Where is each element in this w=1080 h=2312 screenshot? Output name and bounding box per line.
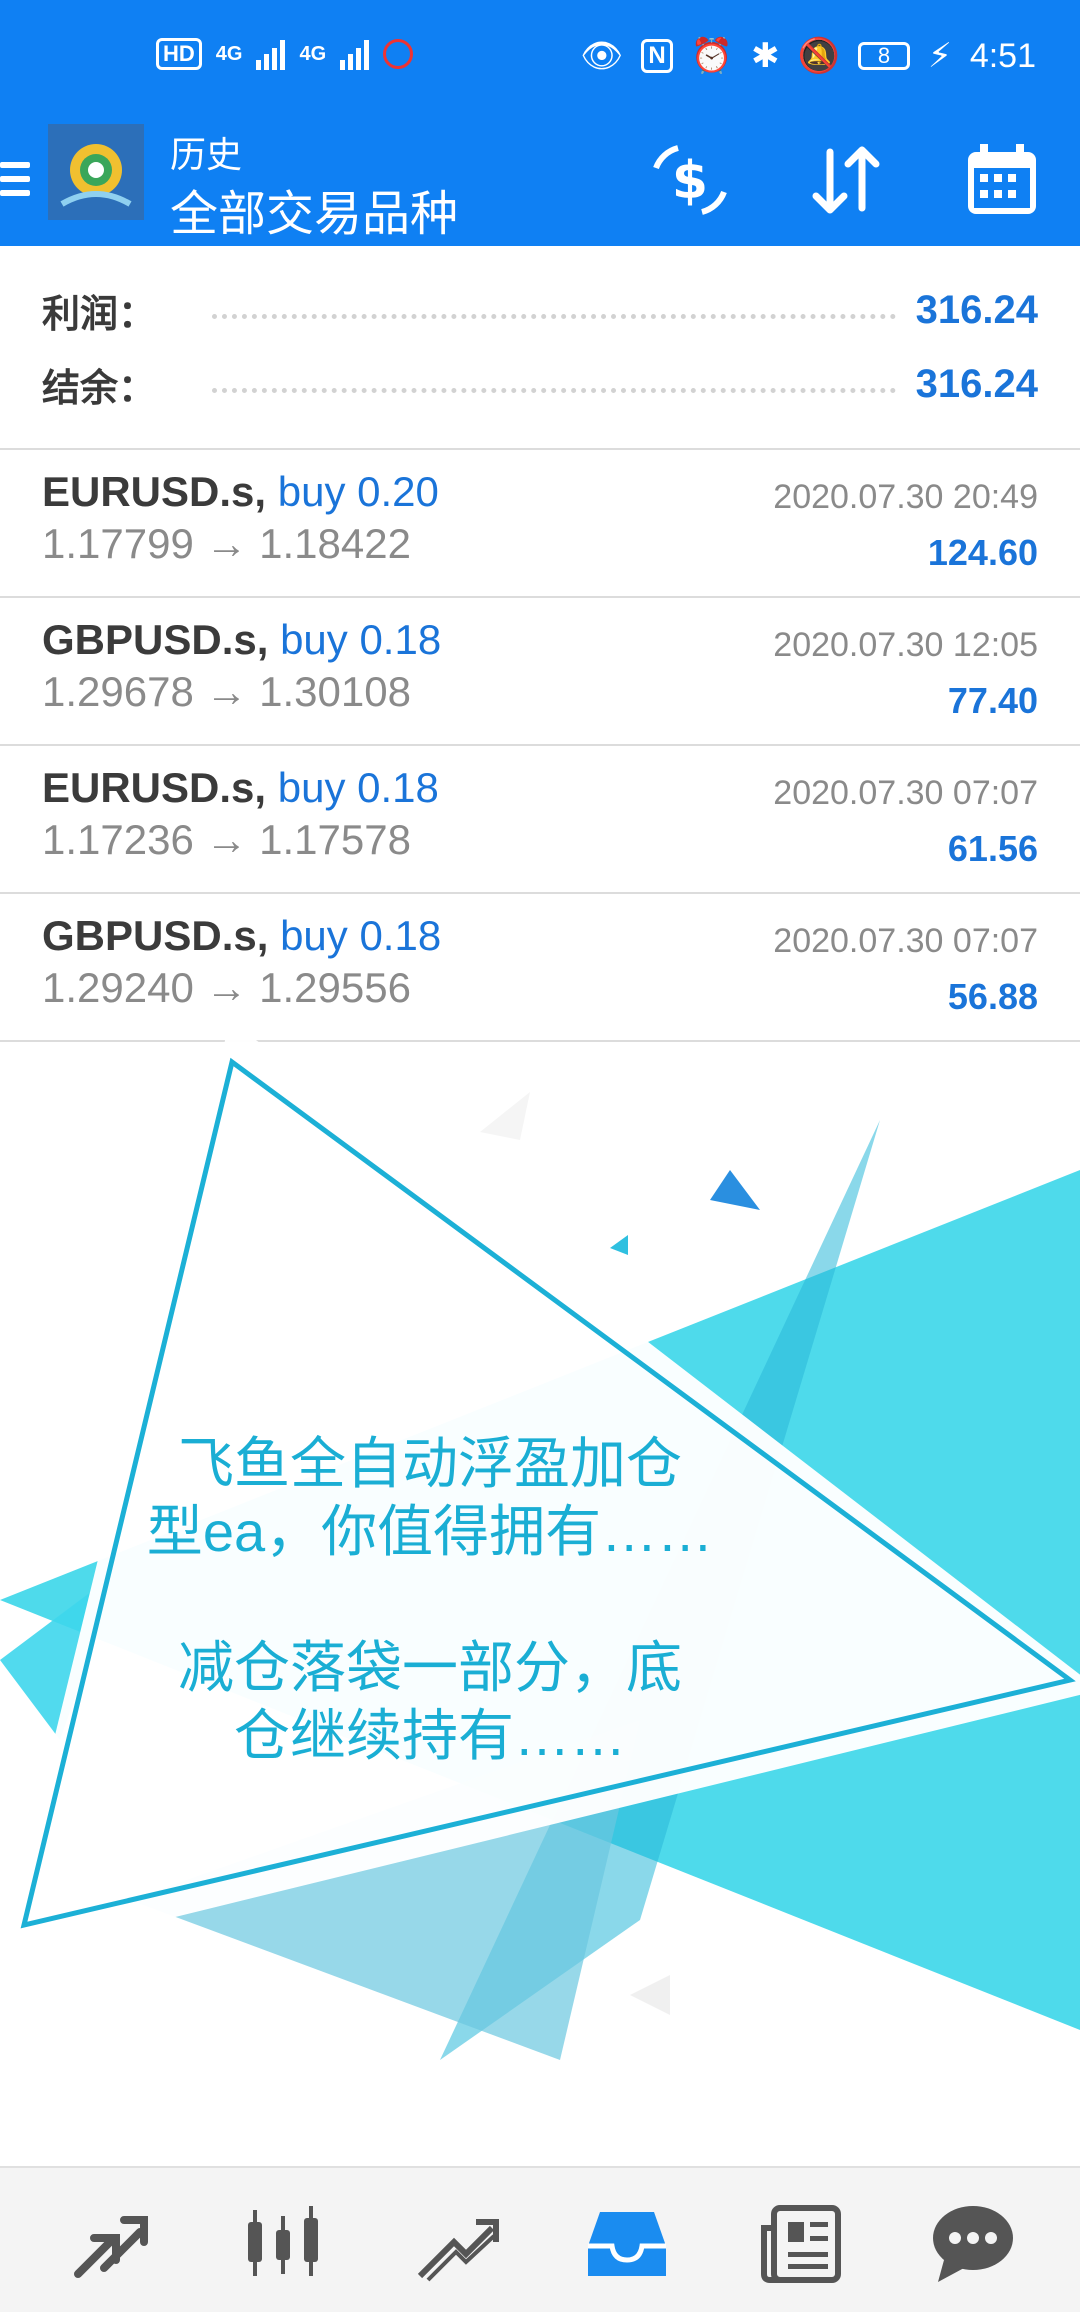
trade-row[interactable]: EURUSD.s, buy 0.20 1.17799 → 1.18422 202… (0, 450, 1080, 598)
trade-time: 2020.07.30 12:05 (773, 626, 1038, 664)
bluetooth-icon: ✱ (751, 37, 780, 75)
trade-prices: 1.29240 → 1.29556 (42, 964, 411, 1011)
trade-row[interactable]: EURUSD.s, buy 0.18 1.17236 → 1.17578 202… (0, 746, 1080, 894)
promo-shapes (0, 1040, 1080, 2060)
app-bar: 历史 全部交易品种 $ (0, 124, 1080, 246)
trade-profit: 77.40 (947, 680, 1038, 721)
signal-icon (256, 38, 286, 70)
trade-symbol: GBPUSD.s, (42, 616, 269, 663)
trade-side: buy 0.18 (277, 764, 439, 811)
chat-icon[interactable] (928, 2198, 1018, 2288)
trade-symbol: GBPUSD.s, (42, 912, 269, 959)
trade-side: buy 0.20 (277, 468, 439, 515)
nfc-icon: N (641, 39, 673, 73)
profit-value: 316.24 (915, 287, 1038, 332)
hd-badge: HD (156, 38, 202, 70)
clock: 4:51 (969, 36, 1036, 75)
app-logo (48, 124, 144, 220)
currency-exchange-icon[interactable]: $ (648, 138, 732, 222)
trade-side: buy 0.18 (280, 616, 442, 663)
battery-icon: 8 (857, 42, 910, 70)
carrier-icon (383, 39, 414, 69)
balance-row: 结余： 316.24 (42, 354, 1038, 414)
chart-icon[interactable] (238, 2198, 328, 2288)
summary-panel: 利润： 316.24 结余： 316.24 (0, 246, 1080, 450)
balance-value: 316.24 (915, 361, 1038, 406)
profit-row: 利润： 316.24 (42, 280, 1038, 340)
trade-prices: 1.17236 → 1.17578 (42, 816, 411, 863)
menu-icon[interactable] (0, 154, 30, 204)
trade-prices: 1.29678 → 1.30108 (42, 668, 411, 715)
dotted-leader (212, 313, 896, 319)
mute-icon: 🔕 (797, 37, 840, 75)
profit-label: 利润： (42, 293, 157, 336)
trade-symbol: EURUSD.s, (42, 468, 267, 515)
alarm-icon: ⏰ (690, 37, 734, 75)
promo-line-1: 飞鱼全自动浮盈加仓 (178, 1432, 682, 1495)
network-label-1: 4G (215, 42, 243, 65)
promo-line-3: 减仓落袋一部分，底 (178, 1636, 682, 1699)
bottom-nav (0, 2166, 1080, 2312)
calendar-icon[interactable] (960, 138, 1044, 222)
promo-graphic: 飞鱼全自动浮盈加仓 型ea，你值得拥有…… 减仓落袋一部分，底 仓继续持有…… (0, 1040, 1080, 2166)
signal-icon-2 (340, 38, 370, 70)
svg-text:$: $ (672, 151, 708, 211)
history-icon[interactable] (582, 2198, 672, 2288)
status-left: HD 4G 4G (156, 38, 414, 70)
trade-time: 2020.07.30 20:49 (773, 478, 1038, 516)
page-title[interactable]: 全部交易品种 (170, 174, 458, 244)
trade-row[interactable]: GBPUSD.s, buy 0.18 1.29240 → 1.29556 202… (0, 894, 1080, 1042)
trade-icon[interactable] (410, 2198, 500, 2288)
dotted-leader (212, 387, 896, 393)
promo-line-4: 仓继续持有…… (234, 1704, 626, 1767)
status-bar: HD 4G 4G 👁 N ⏰ ✱ 🔕 8 ⚡ 4:51 (0, 0, 1080, 124)
quotes-icon[interactable] (64, 2198, 154, 2288)
status-right: 👁 N ⏰ ✱ 🔕 8 ⚡ 4:51 (580, 36, 1036, 76)
network-label-2: 4G (299, 42, 327, 65)
charging-icon: ⚡ (927, 37, 952, 75)
trade-profit: 61.56 (947, 828, 1038, 869)
trade-symbol: EURUSD.s, (42, 764, 267, 811)
news-icon[interactable] (756, 2198, 846, 2288)
balance-label: 结余： (42, 367, 157, 410)
sort-icon[interactable] (804, 138, 888, 222)
trade-row[interactable]: GBPUSD.s, buy 0.18 1.29678 → 1.30108 202… (0, 598, 1080, 746)
eye-icon: 👁 (580, 37, 624, 75)
promo-line-2: 型ea，你值得拥有…… (146, 1500, 714, 1563)
trade-time: 2020.07.30 07:07 (773, 774, 1038, 812)
trade-profit: 124.60 (927, 532, 1038, 573)
page-subtitle: 历史 (170, 134, 243, 175)
trade-prices: 1.17799 → 1.18422 (42, 520, 411, 567)
top-bar: HD 4G 4G 👁 N ⏰ ✱ 🔕 8 ⚡ 4:51 历史 全部交易品种 $ (0, 0, 1080, 246)
trade-side: buy 0.18 (280, 912, 442, 959)
trade-profit: 56.88 (947, 976, 1038, 1017)
trade-time: 2020.07.30 07:07 (773, 922, 1038, 960)
